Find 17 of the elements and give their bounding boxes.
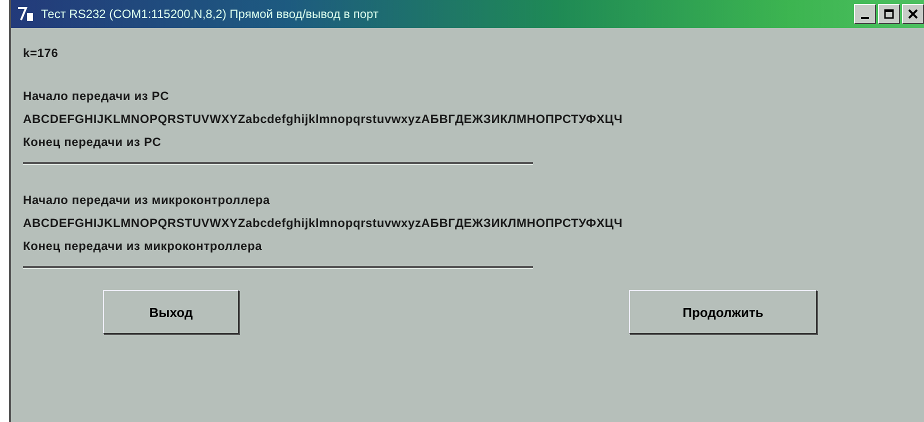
minimize-icon [861, 17, 869, 19]
close-icon [908, 9, 918, 19]
maximize-button[interactable] [878, 4, 900, 24]
transfer-start-label: Начало передачи из микроконтроллера [23, 192, 271, 209]
app-icon [17, 6, 35, 22]
maximize-icon [884, 9, 894, 19]
close-button[interactable] [902, 4, 924, 24]
transfer-data-text: ABCDEFGHIJKLMNOPQRSTUVWXYZabcdefghijklmnopqrstuvwxyzАБВГДЕЖЗИКЛМНОПРСТУФХЦЧ [23, 111, 624, 128]
continue-button[interactable]: Продолжить [629, 290, 817, 334]
transfer-data-text: ABCDEFGHIJKLMNOPQRSTUVWXYZabcdefghijklmnopqrstuvwxyzАБВГДЕЖЗИКЛМНОПРСТУФХЦЧ [23, 215, 624, 232]
exit-button[interactable]: Выход [103, 290, 239, 334]
minimize-button[interactable] [854, 4, 876, 24]
transfer-end-label: Конец передачи из микроконтроллера [23, 238, 264, 255]
transfer-start-label: Начало передачи из PC [23, 88, 170, 105]
counter-label: k=176 [23, 45, 60, 62]
transfer-end-label: Конец передачи из PC [23, 134, 162, 151]
window-title: Тест RS232 (COM1:115200,N,8,2) Прямой ввод/вывод в порт [41, 7, 378, 21]
